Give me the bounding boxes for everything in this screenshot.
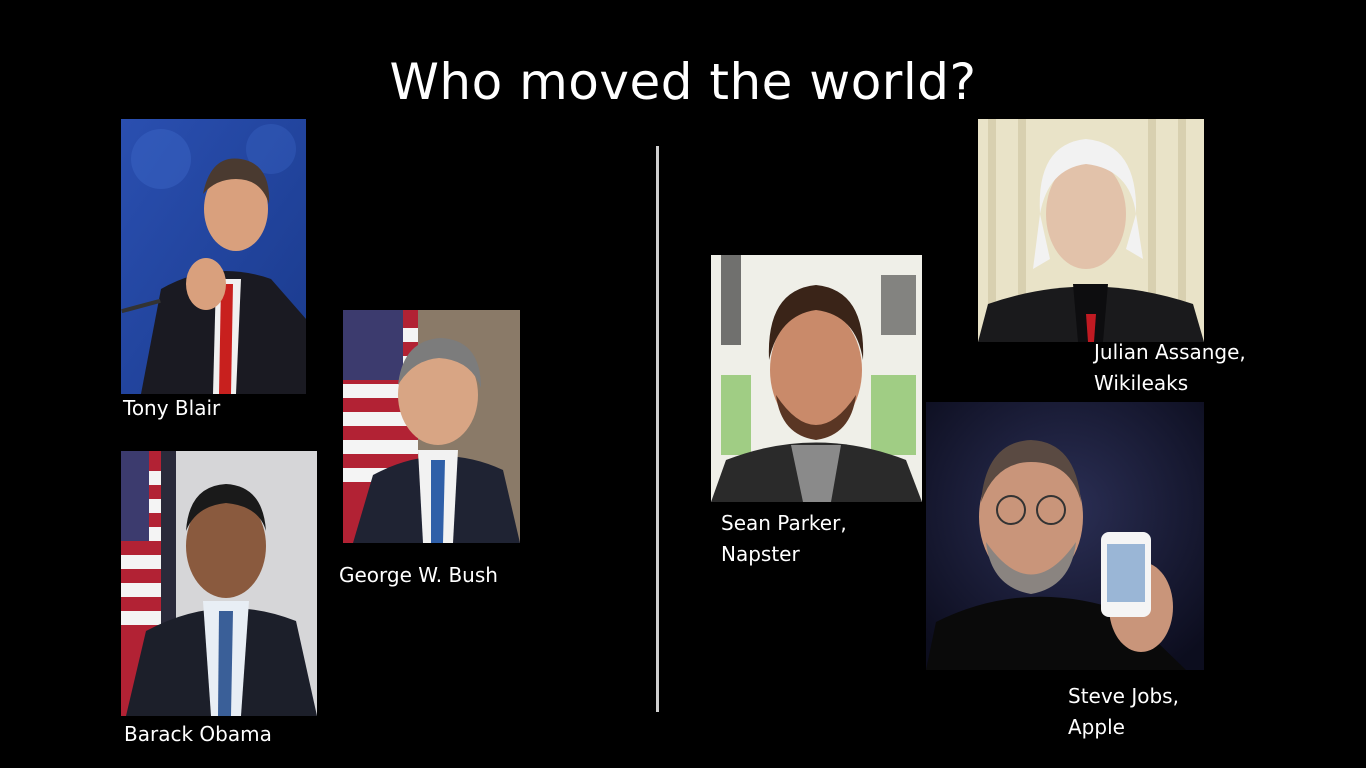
person-name: George W. Bush — [339, 563, 498, 587]
person-affiliation: Wikileaks — [1094, 371, 1189, 395]
caption-tony-blair: Tony Blair — [123, 393, 220, 424]
person-name: Barack Obama — [124, 722, 272, 746]
caption-steve-jobs: Steve Jobs, Apple — [1068, 681, 1179, 743]
person-affiliation: Apple — [1068, 715, 1125, 739]
caption-barack-obama: Barack Obama — [124, 719, 272, 750]
slide-title: Who moved the world? — [389, 53, 977, 111]
divider-line — [656, 146, 659, 712]
caption-george-w-bush: George W. Bush — [339, 560, 498, 591]
caption-julian-assange: Julian Assange, Wikileaks — [1094, 337, 1246, 399]
person-name: Steve Jobs, — [1068, 684, 1179, 708]
caption-sean-parker: Sean Parker, Napster — [721, 508, 847, 570]
photo-george-w-bush — [343, 310, 520, 543]
person-affiliation: Napster — [721, 542, 800, 566]
photo-steve-jobs — [926, 402, 1204, 670]
person-name: Tony Blair — [123, 396, 221, 420]
person-name: Sean Parker, — [721, 511, 847, 535]
photo-barack-obama — [121, 451, 317, 716]
photo-sean-parker — [711, 255, 922, 502]
photo-julian-assange — [978, 119, 1204, 342]
photo-tony-blair — [121, 119, 306, 394]
person-name: Julian Assange, — [1094, 340, 1246, 364]
